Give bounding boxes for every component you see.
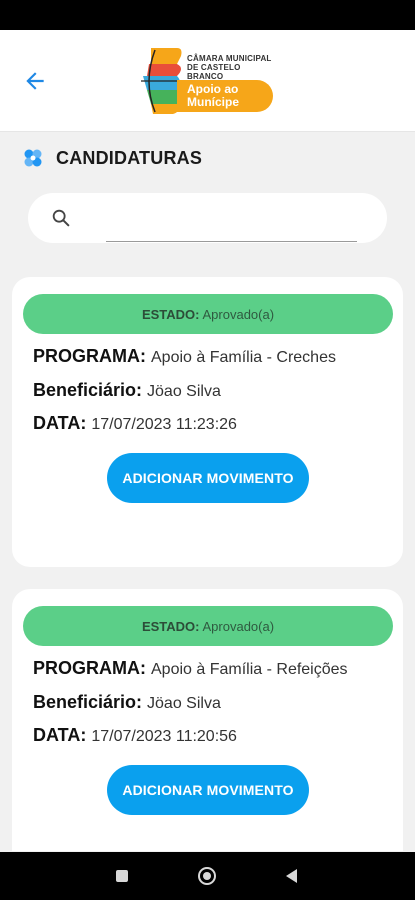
section-header: CANDIDATURAS	[22, 146, 202, 170]
app-logo: CÂMARA MUNICIPAL DE CASTELO BRANCO Apoio…	[137, 46, 279, 116]
logo-app-name: Apoio ao Munícipe	[177, 80, 273, 112]
beneficiary-row: Beneficiário: Jöao Silva	[33, 380, 221, 401]
beneficiary-value: Jöao Silva	[147, 383, 221, 400]
status-bar	[0, 0, 415, 30]
search-input[interactable]	[108, 203, 355, 233]
date-label: DATA:	[33, 725, 87, 745]
status-value: Aprovado(a)	[202, 306, 275, 322]
status-badge: ESTADO: Aprovado(a)	[23, 294, 393, 334]
system-nav-bar	[0, 852, 415, 900]
program-row: PROGRAMA: Apoio à Família - Refeições	[33, 658, 348, 679]
search-icon	[52, 209, 70, 227]
candidatura-card: ESTADO: Aprovado(a) PROGRAMA: Apoio à Fam…	[12, 589, 403, 851]
flower-icon	[24, 149, 42, 167]
date-label: DATA:	[33, 413, 87, 433]
section-title: CANDIDATURAS	[56, 147, 203, 168]
beneficiary-row: Beneficiário: Jöao Silva	[33, 692, 221, 713]
candidatura-card: ESTADO: Aprovado(a) PROGRAMA: Apoio à Fam…	[12, 277, 403, 567]
status-label: ESTADO:	[141, 306, 200, 322]
add-movement-button[interactable]: ADICIONAR MOVIMENTO	[107, 453, 309, 503]
status-value: Aprovado(a)	[202, 618, 275, 634]
beneficiary-label: Beneficiário:	[33, 692, 143, 712]
date-value: 17/07/2023 11:23:26	[91, 416, 237, 433]
add-movement-button[interactable]: ADICIONAR MOVIMENTO	[107, 765, 309, 815]
arrow-left-icon	[26, 72, 44, 90]
beneficiary-label: Beneficiário:	[33, 380, 143, 400]
back-button[interactable]	[18, 64, 52, 98]
home-icon[interactable]	[198, 867, 216, 885]
date-row: DATA: 17/07/2023 11:23:26	[33, 413, 237, 434]
logo-organization-text: CÂMARA MUNICIPAL DE CASTELO BRANCO	[187, 54, 272, 81]
recent-apps-icon[interactable]	[116, 870, 128, 882]
app-header: CÂMARA MUNICIPAL DE CASTELO BRANCO Apoio…	[0, 30, 415, 132]
status-label: ESTADO:	[141, 618, 200, 634]
program-label: PROGRAMA:	[33, 658, 146, 678]
date-row: DATA: 17/07/2023 11:20:56	[33, 725, 237, 746]
search-bar[interactable]	[28, 193, 387, 243]
status-badge: ESTADO: Aprovado(a)	[23, 606, 393, 646]
program-row: PROGRAMA: Apoio à Família - Creches	[33, 346, 336, 367]
search-underline	[106, 241, 357, 242]
beneficiary-value: Jöao Silva	[147, 695, 221, 712]
program-value: Apoio à Família - Refeições	[151, 661, 348, 678]
program-value: Apoio à Família - Creches	[151, 349, 336, 366]
date-value: 17/07/2023 11:20:56	[91, 728, 237, 745]
nav-back-icon[interactable]	[286, 869, 297, 883]
program-label: PROGRAMA:	[33, 346, 146, 366]
